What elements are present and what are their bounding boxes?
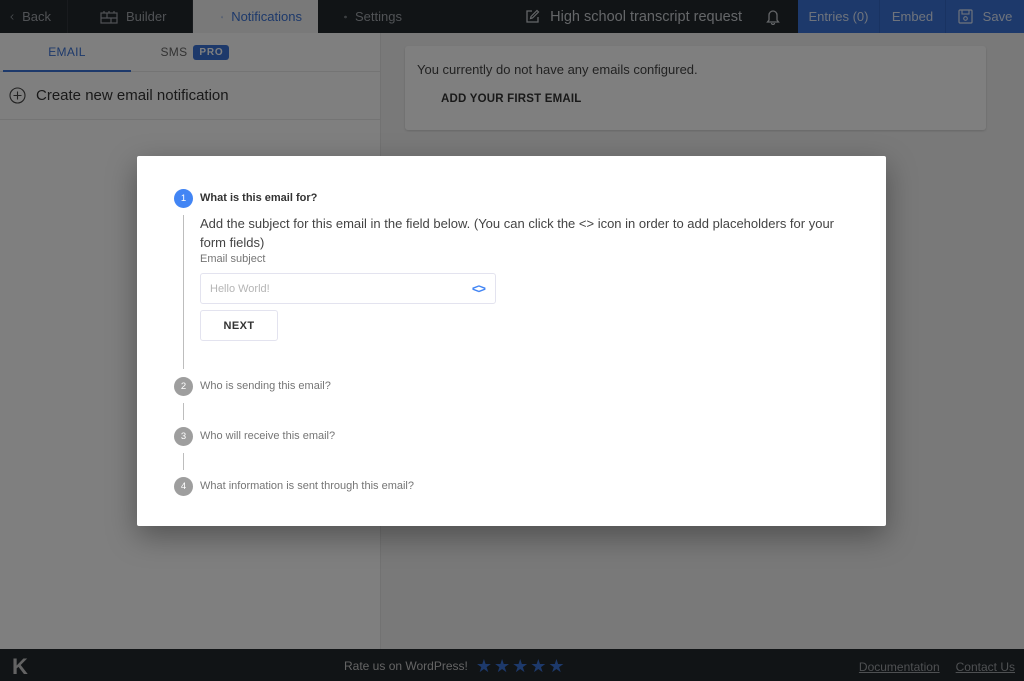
step-number: 2 — [174, 377, 193, 396]
step-connector — [183, 453, 184, 470]
step-title: What information is sent through this em… — [200, 480, 414, 492]
email-subject-field: <> — [200, 273, 496, 304]
step-number: 3 — [174, 427, 193, 446]
email-setup-modal: 1 What is this email for? Add the subjec… — [137, 156, 886, 526]
placeholder-code-icon[interactable]: <> — [472, 281, 486, 296]
email-subject-input[interactable] — [210, 282, 460, 295]
step-1-content: Add the subject for this email in the fi… — [200, 214, 840, 341]
step-number: 1 — [174, 189, 193, 208]
email-subject-label: Email subject — [200, 253, 266, 265]
step-2[interactable]: 2 Who is sending this email? — [174, 377, 331, 396]
step-3[interactable]: 3 Who will receive this email? — [174, 427, 335, 446]
step-number: 4 — [174, 477, 193, 496]
step-title: Who will receive this email? — [200, 430, 336, 442]
next-button[interactable]: NEXT — [200, 310, 278, 341]
step-1[interactable]: 1 What is this email for? — [174, 189, 317, 208]
step-connector — [183, 215, 184, 369]
step-description: Add the subject for this email in the fi… — [200, 216, 834, 250]
step-title: What is this email for? — [200, 192, 318, 204]
step-connector — [183, 403, 184, 420]
step-title: Who is sending this email? — [200, 380, 331, 392]
step-4[interactable]: 4 What information is sent through this … — [174, 477, 414, 496]
